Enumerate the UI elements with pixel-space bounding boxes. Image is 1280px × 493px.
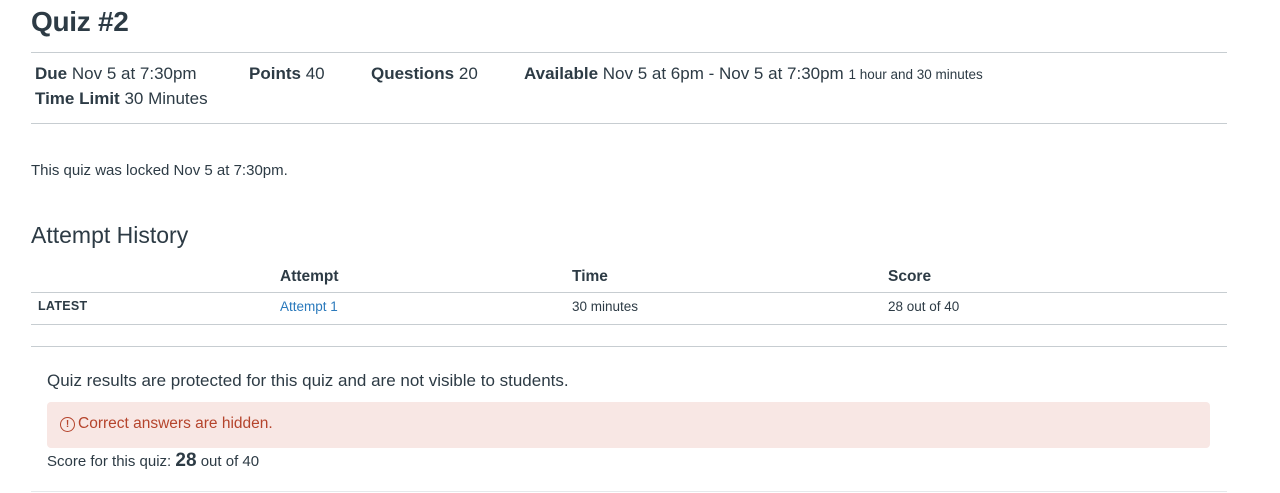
score-suffix: out of 40 [200,453,260,470]
divider [31,346,1227,347]
alert-circle-icon: ! [60,417,75,432]
table-header-divider [31,292,1227,293]
divider [31,123,1227,124]
score-value: 28 [175,450,197,471]
questions-label: Questions [371,64,455,83]
column-header-score: Score [888,268,932,285]
attempt-history-title: Attempt History [31,222,189,248]
page-title: Quiz #2 [31,6,129,37]
due-value: Nov 5 at 7:30pm [71,64,197,83]
locked-message: This quiz was locked Nov 5 at 7:30pm. [31,162,288,179]
questions-info: Questions 20 [371,64,478,84]
attempt-time: 30 minutes [572,299,639,314]
available-duration: 1 hour and 30 minutes [848,67,983,82]
column-header-time: Time [572,268,608,285]
quiz-score: Score for this quiz: 28 out of 40 [47,450,259,472]
time-limit-info: Time Limit 30 Minutes [35,89,208,109]
divider [31,491,1227,492]
available-value: Nov 5 at 6pm - Nov 5 at 7:30pm [602,64,844,83]
points-label: Points [249,64,301,83]
points-value: 40 [305,64,325,83]
questions-value: 20 [458,64,478,83]
due-info: Due Nov 5 at 7:30pm [35,64,197,84]
available-label: Available [524,64,599,83]
column-header-attempt: Attempt [280,268,339,285]
latest-tag: LATEST [38,299,88,313]
table-row-divider [31,324,1227,325]
alert-text: Correct answers are hidden. [78,415,273,432]
available-info: Available Nov 5 at 6pm - Nov 5 at 7:30pm… [524,64,983,84]
time-limit-value: 30 Minutes [124,89,208,108]
attempt-link[interactable]: Attempt 1 [280,299,338,314]
attempt-score: 28 out of 40 [888,299,960,314]
points-info: Points 40 [249,64,325,84]
divider [31,52,1227,53]
time-limit-label: Time Limit [35,89,120,108]
due-label: Due [35,64,68,83]
score-label: Score for this quiz: [47,453,172,470]
correct-answers-hidden-alert: ! Correct answers are hidden. [47,402,1210,448]
results-protected-message: Quiz results are protected for this quiz… [47,371,569,390]
